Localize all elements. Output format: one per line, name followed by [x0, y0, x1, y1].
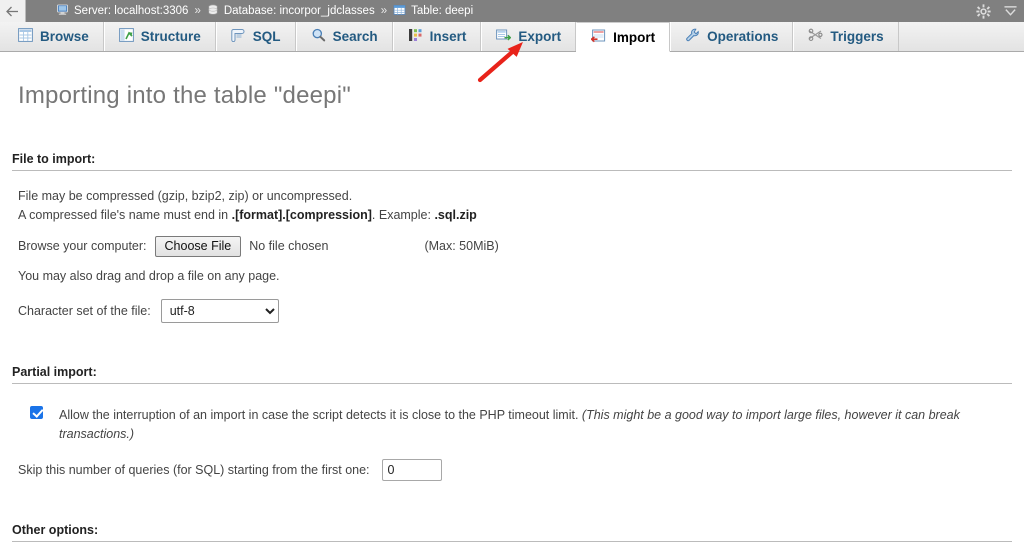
allow-interrupt-row: Allow the interruption of an import in c… [30, 405, 1012, 444]
tab-export[interactable]: Export [481, 22, 577, 51]
tab-label: SQL [252, 29, 281, 44]
back-arrow-icon[interactable] [0, 0, 26, 22]
sql-zip-token: .sql.zip [434, 208, 477, 223]
line2-middle: . Example: [371, 208, 435, 223]
line2-prefix: A compressed file's name must end in [18, 208, 232, 223]
tab-insert[interactable]: Insert [392, 22, 482, 51]
grid-table-icon [18, 28, 33, 45]
tab-sql[interactable]: SQL [215, 22, 296, 51]
choose-file-button[interactable]: Choose File [154, 235, 242, 257]
breadcrumb-separator-2: » [380, 5, 388, 17]
tab-label: Triggers [830, 29, 884, 44]
allow-interrupt-checkbox[interactable] [30, 405, 43, 419]
tab-label: Operations [707, 29, 779, 44]
section-file-to-import-heading: File to import: [12, 152, 1012, 171]
export-icon [496, 28, 512, 45]
drag-drop-note-text: You may also drag and drop a file on any… [18, 268, 280, 283]
skip-queries-label: Skip this number of queries (for SQL) st… [18, 463, 370, 478]
tab-operations[interactable]: Operations [670, 22, 794, 51]
skip-queries-row: Skip this number of queries (for SQL) st… [18, 459, 1012, 482]
charset-row: Character set of the file: utf-8 [18, 298, 1012, 323]
charset-label: Character set of the file: [18, 303, 151, 318]
triggers-icon [808, 28, 823, 45]
server-breadcrumb-bar: Server: localhost:3306 » Database: incor… [0, 0, 1024, 22]
server-label: Server: localhost:3306 [74, 5, 189, 17]
breadcrumb-separator-1: » [194, 5, 201, 17]
gear-icon[interactable] [976, 3, 991, 19]
compression-note-line2: A compressed file's name must end in .[f… [18, 206, 1012, 225]
breadcrumb-table[interactable]: Table: deepi [393, 4, 473, 19]
tab-triggers[interactable]: Triggers [793, 22, 899, 51]
import-page-content: Importing into the table "deepi" File to… [0, 82, 1024, 554]
file-status-text: No file chosen [249, 239, 329, 254]
tab-label: Search [332, 29, 378, 44]
table-label: Table: deepi [411, 5, 474, 17]
tab-label: Export [518, 29, 562, 44]
tab-label: Structure [140, 29, 201, 44]
tab-browse[interactable]: Browse [4, 22, 104, 51]
max-file-size-note: (Max: 50MiB) [424, 239, 499, 254]
compression-note: File may be compressed (gzip, bzip2, zip… [18, 187, 1012, 226]
tab-structure[interactable]: Structure [103, 22, 216, 51]
tab-label: Browse [40, 29, 89, 44]
browse-computer-label: Browse your computer: [18, 239, 147, 254]
wrench-icon [685, 28, 700, 45]
tab-label: Import [613, 29, 656, 45]
sql-scroll-icon [231, 28, 246, 45]
database-label: Database: incorpor_jdclasses [223, 5, 375, 17]
main-tab-bar: Browse Structure SQL Search Insert Expor… [0, 22, 1024, 83]
compression-note-line1: File may be compressed (gzip, bzip2, zip… [18, 189, 353, 203]
server-icon [56, 4, 69, 19]
charset-select[interactable]: utf-8 [160, 298, 279, 323]
skip-queries-input[interactable] [381, 459, 442, 482]
structure-icon [118, 28, 134, 45]
allow-interrupt-label-text: Allow the interruption of an import in c… [59, 407, 582, 422]
collapse-icon[interactable] [1003, 5, 1018, 18]
import-icon [590, 29, 606, 46]
browse-computer-row: Browse your computer: Choose File No fil… [18, 235, 1012, 257]
format-compression-token: .[format].[compression] [231, 208, 372, 223]
table-icon [393, 4, 406, 19]
insert-row-icon [408, 28, 423, 45]
tab-search[interactable]: Search [295, 22, 393, 51]
database-icon [207, 4, 219, 19]
topbar-actions [976, 0, 1018, 22]
drag-drop-note: You may also drag and drop a file on any… [18, 269, 1012, 283]
magnifier-icon [311, 28, 326, 45]
tab-label: Insert [429, 29, 467, 44]
section-other-options-heading: Other options: [12, 523, 1012, 543]
section-partial-import-heading: Partial import: [12, 365, 1012, 384]
allow-interrupt-label: Allow the interruption of an import in c… [59, 406, 1012, 444]
page-title: Importing into the table "deepi" [18, 82, 351, 109]
breadcrumb-database[interactable]: Database: incorpor_jdclasses [207, 4, 375, 19]
tab-import[interactable]: Import [576, 22, 671, 52]
breadcrumb: Server: localhost:3306 » Database: incor… [26, 4, 473, 19]
breadcrumb-server[interactable]: Server: localhost:3306 [56, 4, 188, 19]
